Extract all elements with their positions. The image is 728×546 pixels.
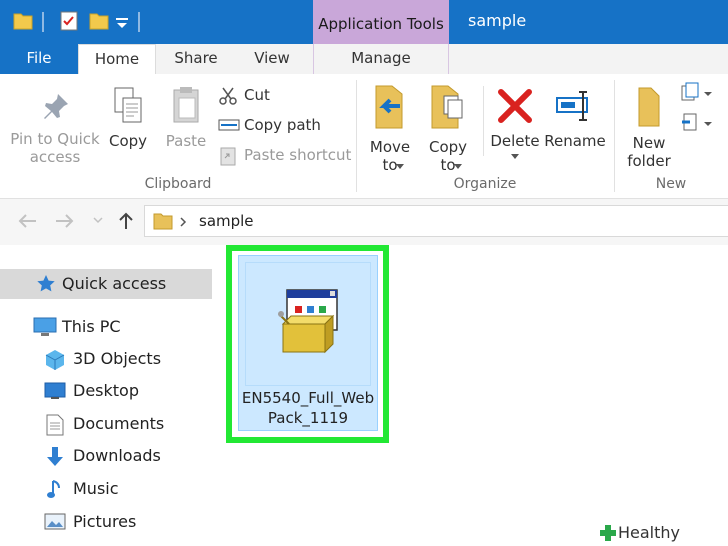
nav-item-label: Downloads: [73, 446, 161, 465]
chevron-down-icon: [396, 164, 404, 169]
paste-label: Paste: [165, 132, 207, 150]
copy-path-label: Copy path: [244, 116, 321, 134]
nav-item-downloads[interactable]: Downloads: [0, 441, 212, 471]
tab-manage[interactable]: Manage: [313, 44, 449, 74]
copy-path-icon: [218, 119, 240, 131]
file-name: EN5540_Full_WebPack_1119: [241, 389, 375, 427]
move-to-button[interactable]: Move to: [366, 84, 414, 174]
download-arrow-icon: [47, 447, 63, 466]
move-to-label-line1: Move: [369, 138, 411, 156]
nav-item-label: Documents: [73, 414, 165, 433]
nav-item-label: Music: [73, 479, 119, 498]
copy-to-label-line2: to: [440, 156, 456, 174]
back-arrow-icon[interactable]: [16, 211, 38, 231]
chevron-right-icon[interactable]: [179, 216, 187, 228]
paste-icon: [173, 87, 199, 123]
picture-icon: [44, 513, 66, 530]
copy-to-button[interactable]: Copy to: [424, 84, 472, 174]
tab-view[interactable]: View: [236, 44, 308, 74]
desktop-icon: [44, 382, 66, 399]
computer-icon: [33, 317, 57, 336]
new-item-icon[interactable]: [680, 82, 714, 104]
tab-home[interactable]: Home: [78, 44, 156, 75]
nav-item-label: This PC: [62, 317, 121, 336]
installer-package-icon: [278, 289, 338, 354]
clipboard-group-label: Clipboard: [144, 176, 212, 192]
move-to-icon: [375, 85, 403, 129]
paste-button[interactable]: Paste: [162, 86, 210, 150]
customize-quick-access-icon[interactable]: [114, 10, 130, 32]
title-bar: Application Tools sample: [0, 0, 728, 44]
rename-icon: [556, 91, 588, 121]
music-note-icon: [47, 480, 60, 498]
nav-item-this-pc[interactable]: This PC: [0, 312, 212, 342]
nav-item-documents[interactable]: Documents: [0, 409, 212, 439]
folder-icon: [153, 213, 173, 230]
new-folder-label-line1: New: [632, 134, 666, 152]
copy-label: Copy: [108, 132, 148, 150]
pin-icon: [44, 94, 68, 119]
cut-label: Cut: [244, 86, 270, 104]
pin-to-quick-access-button[interactable]: Pin to Quick access: [8, 90, 102, 166]
nav-item-quick-access[interactable]: Quick access: [0, 269, 212, 299]
nav-item-desktop[interactable]: Desktop: [0, 376, 212, 406]
rename-label: Rename: [544, 132, 606, 150]
watermark: Healthy Living: [594, 520, 728, 546]
properties-icon[interactable]: [58, 10, 80, 32]
delete-button[interactable]: Delete: [490, 86, 540, 159]
up-arrow-icon[interactable]: [116, 211, 136, 231]
nav-item-label: Pictures: [73, 512, 137, 531]
delete-x-icon: [498, 89, 532, 123]
nav-item-3d-objects[interactable]: 3D Objects: [0, 344, 212, 374]
chevron-down-icon: [454, 164, 462, 169]
copy-icon: [114, 87, 142, 123]
application-tools-context-tab: Application Tools: [313, 0, 449, 44]
nav-item-pictures[interactable]: Pictures: [0, 507, 212, 537]
copy-to-icon: [431, 85, 463, 129]
forward-arrow-icon[interactable]: [54, 211, 76, 231]
new-folder-icon: [638, 87, 660, 127]
star-icon: [37, 275, 55, 292]
window-title: sample: [468, 11, 527, 30]
paste-shortcut-icon: [220, 147, 236, 166]
ribbon: Pin to Quick access Copy Paste Cut Copy …: [0, 74, 728, 199]
cross-logo-icon: [600, 525, 616, 541]
file-item-selected[interactable]: EN5540_Full_WebPack_1119: [238, 255, 378, 431]
nav-item-label: Desktop: [73, 381, 139, 400]
pin-label-line2: access: [29, 148, 81, 166]
new-folder-icon[interactable]: [88, 10, 110, 32]
organize-group-label: Organize: [453, 176, 517, 192]
nav-item-label: Quick access: [62, 274, 167, 293]
copy-button[interactable]: Copy: [104, 86, 152, 150]
cube-icon: [45, 350, 65, 370]
move-to-label-line2: to: [382, 156, 398, 174]
new-folder-button[interactable]: New folder: [624, 86, 674, 170]
address-path: sample: [199, 212, 254, 230]
new-group-label: New: [655, 176, 687, 192]
scissors-icon: [219, 87, 237, 105]
address-bar[interactable]: sample: [144, 205, 728, 237]
easy-access-icon[interactable]: [680, 112, 714, 134]
nav-item-label: 3D Objects: [73, 349, 162, 368]
pin-label-line1: Pin to Quick: [10, 130, 100, 148]
quick-access-separator: [42, 12, 44, 32]
recent-locations-chevron-icon[interactable]: [92, 216, 104, 226]
chevron-down-icon: [511, 154, 519, 159]
document-icon: [46, 414, 64, 436]
ribbon-button-separator: [483, 86, 484, 156]
navigation-bar: sample: [0, 199, 728, 245]
ribbon-tabs: File Home Share View Manage: [0, 44, 728, 75]
folder-icon[interactable]: [12, 10, 34, 32]
rename-button[interactable]: Rename: [544, 86, 606, 150]
delete-label: Delete: [490, 132, 540, 150]
tab-share[interactable]: Share: [160, 44, 232, 74]
new-folder-label-line2: folder: [627, 152, 671, 170]
tab-file[interactable]: File: [0, 44, 78, 74]
nav-item-music[interactable]: Music: [0, 474, 212, 504]
paste-shortcut-label: Paste shortcut: [244, 146, 352, 164]
navigation-pane: Quick access This PC 3D Objects Desktop …: [0, 245, 214, 546]
watermark-text: Healthy Living: [618, 523, 681, 542]
quick-access-separator: [138, 12, 140, 32]
copy-to-label-line1: Copy: [428, 138, 468, 156]
